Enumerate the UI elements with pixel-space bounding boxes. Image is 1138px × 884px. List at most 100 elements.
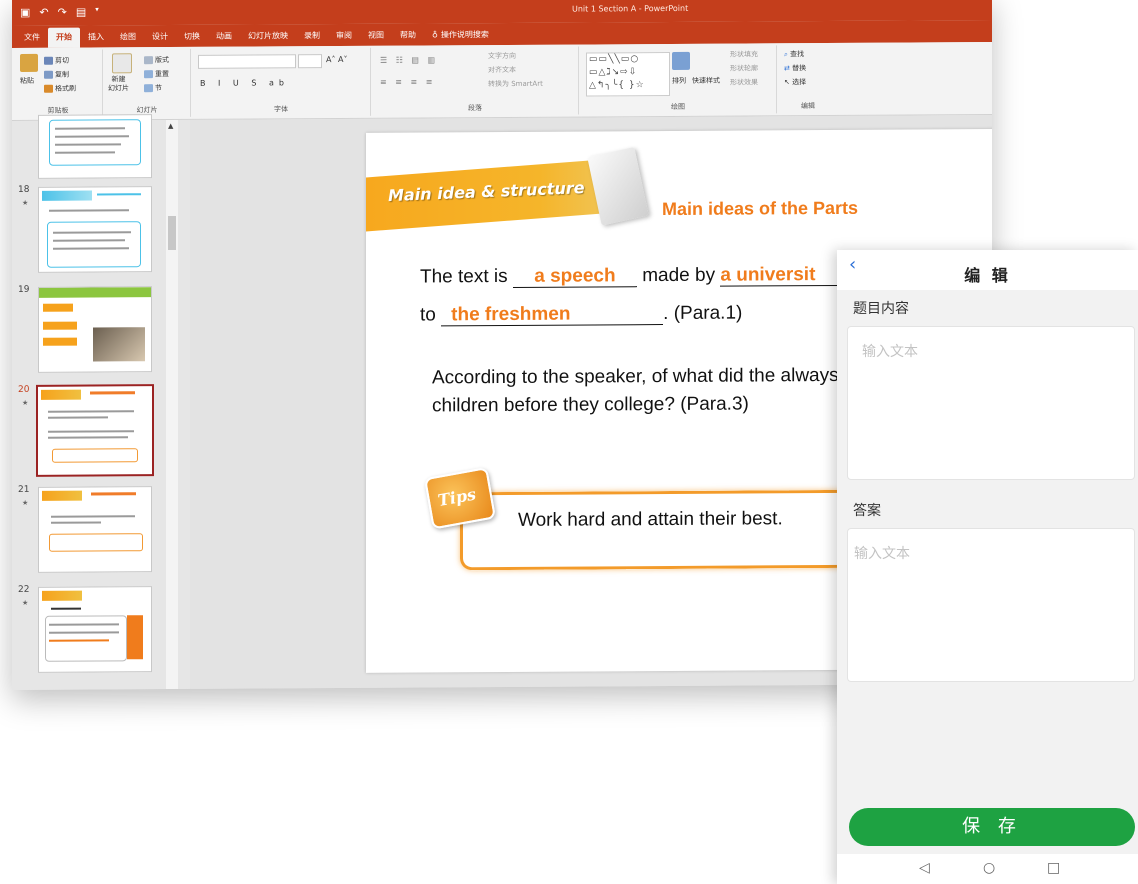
customize-toolbar-icon[interactable]: ▾ — [95, 5, 99, 18]
find-button[interactable]: ⌕ 查找 — [784, 49, 804, 59]
thumb-text-line — [55, 151, 115, 154]
cursor-icon: ↖ — [784, 78, 790, 87]
replace-button[interactable]: ⇄ 替换 — [784, 63, 806, 73]
align-text-button[interactable]: 对齐文本 — [488, 65, 516, 75]
mobile-edit-panel: ‹ 编 辑 题目内容 答案 保 存 ◁ ○ □ — [837, 250, 1138, 884]
thumb-text-line — [48, 436, 128, 439]
thumb-text-line — [53, 239, 125, 242]
thumbnails-scrollbar[interactable]: ▲ — [166, 119, 178, 691]
answer-input[interactable] — [847, 528, 1135, 682]
tab-home[interactable]: 开始 — [48, 27, 80, 48]
tab-draw[interactable]: 绘图 — [112, 27, 144, 47]
tab-record[interactable]: 录制 — [296, 26, 328, 46]
tab-transitions[interactable]: 切换 — [176, 27, 208, 47]
scrollbar-handle[interactable] — [168, 215, 176, 251]
reset-button[interactable]: 重置 — [144, 69, 169, 79]
tab-view[interactable]: 视图 — [360, 26, 392, 46]
format-painter-icon — [44, 84, 53, 93]
layout-button[interactable]: 版式 — [144, 55, 169, 65]
drawing-group: ▭▭╲╲▭○ ▭△ℷ↘⇨⇩ △↰╮╰{ }☆ 排列 快速样式 形状填充 形状轮廓 形… — [580, 45, 777, 115]
section-button[interactable]: 节 — [144, 83, 162, 93]
arrange-icon[interactable] — [672, 51, 690, 70]
sentence-line-2: to the freshmen. (Para.1) — [420, 303, 742, 327]
tab-animations[interactable]: 动画 — [208, 27, 240, 47]
redo-icon[interactable]: ↷ — [58, 6, 67, 19]
font-name-select[interactable] — [198, 54, 296, 69]
thumb-text-line — [51, 515, 135, 518]
new-slide-icon[interactable] — [112, 53, 132, 74]
tab-file[interactable]: 文件 — [16, 28, 48, 48]
clipboard-group: 粘贴 剪切 复制 格式刷 剪贴板 — [14, 49, 103, 118]
text-direction-button[interactable]: 文字方向 — [488, 51, 516, 61]
paste-button[interactable]: 粘贴 — [20, 76, 34, 86]
slide-number: 19 — [18, 284, 30, 295]
nav-back-icon[interactable]: ◁ — [919, 860, 930, 876]
thumb-banner — [41, 389, 81, 400]
font-format-buttons[interactable]: B I U S ab — [200, 78, 289, 88]
slide-thumbnail[interactable] — [38, 114, 152, 179]
shape-effects-button[interactable]: 形状效果 — [730, 77, 758, 87]
lightbulb-icon: ♁ — [432, 30, 438, 40]
animation-star-icon: ★ — [22, 198, 29, 207]
save-button[interactable]: 保 存 — [849, 808, 1135, 846]
slide-number: 18 — [18, 184, 30, 195]
shapes-gallery[interactable]: ▭▭╲╲▭○ ▭△ℷ↘⇨⇩ △↰╮╰{ }☆ — [586, 51, 670, 97]
convert-smartart-button[interactable]: 转换为 SmartArt — [488, 79, 543, 89]
tab-slideshow[interactable]: 幻灯片放映 — [240, 26, 296, 46]
slides-group: 新建 幻灯片 版式 重置 节 幻灯片 — [104, 48, 191, 118]
slide-thumbnail-selected[interactable] — [36, 384, 154, 477]
copy-button[interactable]: 复制 — [44, 70, 69, 80]
thumb-banner — [42, 590, 82, 601]
align-buttons[interactable]: ≡ ≡ ≡ ≡ — [380, 77, 435, 86]
nav-home-icon[interactable]: ○ — [983, 860, 995, 876]
list-buttons[interactable]: ☰ ☷ ▤ ▥ — [380, 55, 438, 64]
copy-label: 复制 — [55, 70, 69, 79]
cut-label: 剪切 — [55, 56, 69, 65]
content-label: 题目内容 — [853, 301, 909, 317]
font-size-select[interactable] — [298, 54, 322, 69]
shape-outline-button[interactable]: 形状轮廓 — [730, 63, 758, 73]
arrange-button[interactable]: 排列 — [672, 76, 686, 86]
slide-thumbnail[interactable] — [38, 186, 152, 273]
scroll-up-icon[interactable]: ▲ — [168, 122, 173, 130]
thumb-label — [43, 303, 73, 312]
content-input[interactable] — [847, 326, 1135, 480]
animation-star-icon: ★ — [22, 598, 29, 607]
blank-2: a universit — [720, 264, 841, 287]
save-icon[interactable]: ▣ — [20, 6, 30, 19]
tab-design[interactable]: 设计 — [144, 27, 176, 47]
android-nav-bar: ◁ ○ □ — [837, 854, 1138, 884]
reset-icon — [144, 70, 153, 79]
font-group: A˄ A˅ B I U S ab 字体 — [192, 47, 371, 117]
tab-review[interactable]: 审阅 — [328, 26, 360, 46]
line2-suffix: . (Para.1) — [663, 302, 743, 325]
grow-shrink-font-icons[interactable]: A˄ A˅ — [326, 55, 348, 64]
answer-label: 答案 — [853, 503, 881, 519]
tab-tell-me[interactable]: ♁ 操作说明搜索 — [424, 25, 497, 45]
slide-thumbnail[interactable] — [38, 486, 152, 573]
format-painter-button[interactable]: 格式刷 — [44, 84, 76, 94]
select-button[interactable]: ↖ 选择 — [784, 77, 806, 87]
new-slide-button[interactable]: 新建 幻灯片 — [108, 75, 129, 93]
quick-styles-button[interactable]: 快速样式 — [692, 76, 720, 86]
slide-thumbnail[interactable] — [38, 286, 152, 373]
thumb-textbox — [49, 119, 141, 166]
slide-thumbnail[interactable] — [38, 586, 152, 673]
undo-icon[interactable]: ↶ — [39, 6, 48, 19]
thumb-text-line — [48, 430, 134, 433]
start-slideshow-icon[interactable]: ▤ — [76, 6, 86, 19]
tab-help[interactable]: 帮助 — [392, 25, 424, 45]
paste-icon[interactable] — [20, 53, 38, 72]
document-title: Unit 1 Section A - PowerPoint — [572, 3, 689, 14]
line2-prefix: to — [420, 304, 436, 326]
thumb-side-bar — [127, 615, 143, 660]
layout-label: 版式 — [155, 56, 169, 65]
cut-button[interactable]: 剪切 — [44, 56, 69, 66]
reset-label: 重置 — [155, 70, 169, 79]
line1-mid: made by — [642, 264, 716, 287]
thumb-banner — [42, 490, 82, 501]
tab-insert[interactable]: 插入 — [80, 27, 112, 47]
nav-recents-icon[interactable]: □ — [1047, 860, 1060, 876]
thumb-tips-box — [49, 533, 143, 552]
shape-fill-button[interactable]: 形状填充 — [730, 49, 758, 59]
